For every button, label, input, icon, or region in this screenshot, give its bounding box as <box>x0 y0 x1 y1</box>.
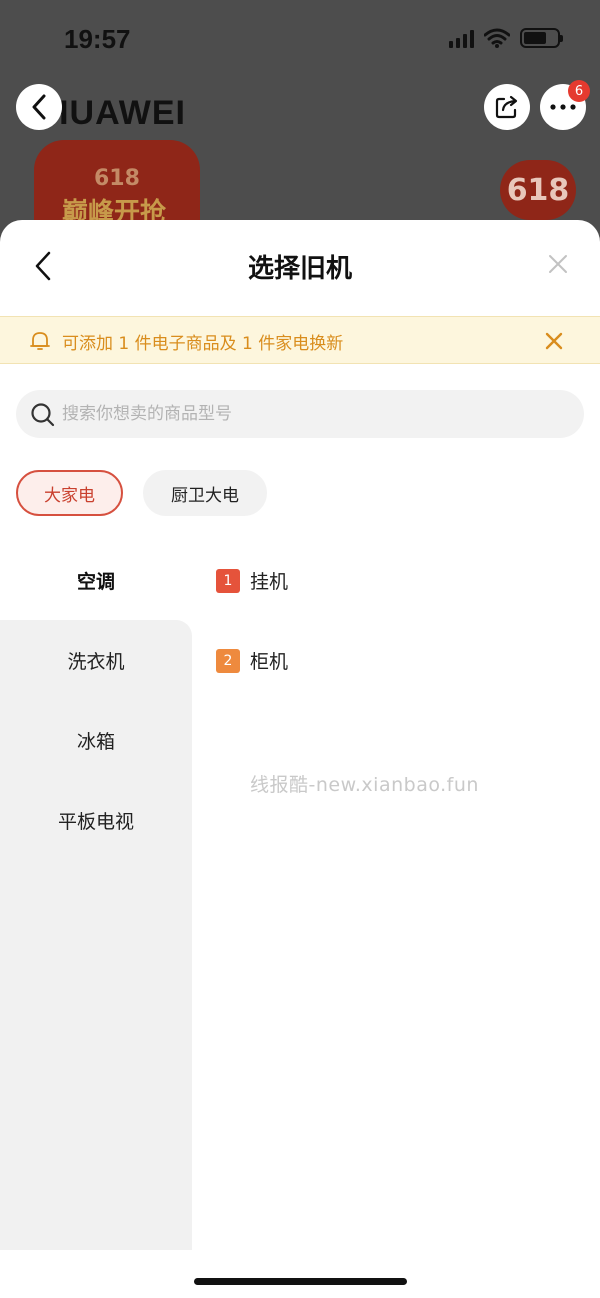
sidebar-item-refrigerator[interactable]: 冰箱 <box>0 700 192 780</box>
wifi-icon <box>484 28 510 48</box>
cellular-signal-icon <box>449 28 474 48</box>
sub-item-label: 挂机 <box>250 571 289 593</box>
status-time: 19:57 <box>64 24 131 54</box>
rank-badge: 1 <box>216 568 240 593</box>
promo-number: 618 <box>94 166 140 191</box>
sheet-header: 选择旧机 <box>0 220 600 312</box>
sidebar-item-air-conditioner[interactable]: 空调 <box>0 540 192 620</box>
notice-close-icon[interactable] <box>542 329 566 353</box>
home-indicator <box>194 1278 407 1285</box>
battery-icon <box>520 28 563 48</box>
brand-logo: HUAWEI <box>44 94 186 132</box>
close-icon <box>549 255 567 273</box>
status-bar: 19:57 <box>0 0 600 80</box>
bell-icon <box>30 332 50 350</box>
sheet-title: 选择旧机 <box>247 254 352 284</box>
watermark: 线报酷-new.xianbao.fun <box>250 774 479 796</box>
category-sidebar: 空调 洗衣机 冰箱 平板电视 <box>0 540 192 1250</box>
search-bar[interactable] <box>16 390 584 438</box>
status-icons <box>449 28 563 48</box>
notice-bar: 可添加 1 件电子商品及 1 件家电换新 <box>0 316 600 364</box>
page-back-button[interactable] <box>16 84 62 130</box>
share-button[interactable] <box>484 84 530 130</box>
search-icon <box>31 403 55 427</box>
more-button[interactable]: 6 <box>540 80 590 130</box>
sidebar-item-tv[interactable]: 平板电视 <box>0 780 192 860</box>
notice-text: 可添加 1 件电子商品及 1 件家电换新 <box>62 334 344 354</box>
sheet-close-button[interactable] <box>544 250 572 278</box>
chip-kitchen-appliances[interactable]: 厨卫大电 <box>143 470 267 516</box>
category-chips: 大家电 厨卫大电 <box>16 470 267 516</box>
sub-item-wall-mounted[interactable]: 1 挂机 <box>216 567 288 594</box>
share-icon <box>495 95 518 119</box>
sub-item-floor-standing[interactable]: 2 柜机 <box>216 647 288 674</box>
chevron-left-icon <box>32 94 46 120</box>
notification-badge: 6 <box>568 80 590 102</box>
sub-item-label: 柜机 <box>250 651 289 673</box>
rank-badge: 2 <box>216 648 240 673</box>
chip-major-appliances[interactable]: 大家电 <box>16 470 123 516</box>
sidebar-item-washing-machine[interactable]: 洗衣机 <box>0 620 192 700</box>
search-input[interactable] <box>62 400 562 428</box>
promo-618-badge: 618 <box>500 160 576 220</box>
more-dots-icon <box>550 104 576 110</box>
select-device-sheet: 选择旧机 可添加 1 件电子商品及 1 件家电换新 大家电 厨卫大电 空调 洗衣… <box>0 220 600 1298</box>
